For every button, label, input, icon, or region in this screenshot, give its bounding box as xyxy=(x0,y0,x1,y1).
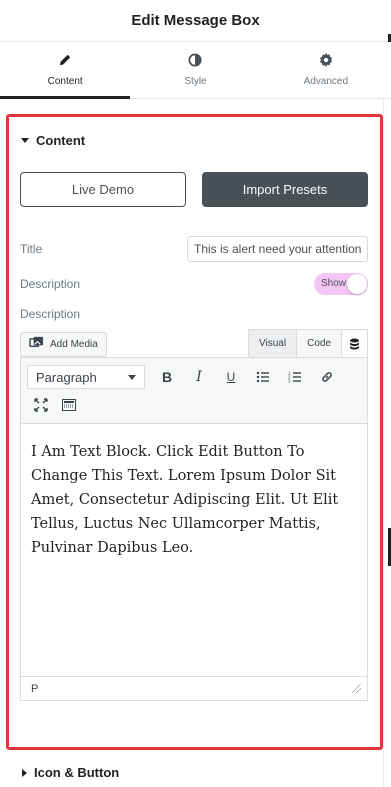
title-label: Title xyxy=(20,242,43,256)
panel-scrollbar[interactable] xyxy=(383,100,391,787)
tab-advanced-label: Advanced xyxy=(303,76,349,87)
panel-header: Edit Message Box xyxy=(0,0,391,42)
bullet-list-icon[interactable] xyxy=(247,363,279,391)
resize-grip-icon[interactable] xyxy=(352,684,361,693)
description-editor-label: Description xyxy=(20,307,81,321)
switch-knob xyxy=(347,274,367,294)
add-media-button[interactable]: Add Media xyxy=(20,332,107,357)
content-section-title: Content xyxy=(36,133,86,148)
database-icon[interactable] xyxy=(342,329,368,357)
format-select[interactable]: Paragraph xyxy=(27,365,145,389)
svg-text:3: 3 xyxy=(288,379,291,384)
visual-tab[interactable]: Visual xyxy=(248,329,298,357)
fullscreen-icon[interactable] xyxy=(27,391,55,419)
caret-down-icon xyxy=(21,138,29,143)
numbered-list-icon[interactable]: 123 xyxy=(279,363,311,391)
toolbar-row-2 xyxy=(27,391,361,419)
tab-style-label: Style xyxy=(184,76,207,87)
toolbar-row-1: Paragraph B I U 123 xyxy=(27,363,361,391)
title-input[interactable] xyxy=(187,236,368,262)
icon-button-section-header[interactable]: Icon & Button xyxy=(22,765,119,780)
preset-buttons: Live Demo Import Presets xyxy=(9,148,380,207)
add-media-label: Add Media xyxy=(50,339,98,350)
toolbar-toggle-icon[interactable] xyxy=(55,391,83,419)
description-editor-control: Description xyxy=(9,307,380,321)
editor-status-bar: P xyxy=(21,676,367,700)
description-toggle-label: Description xyxy=(20,277,81,291)
editor-content[interactable]: I Am Text Block. Click Edit Button To Ch… xyxy=(21,424,367,676)
chevron-down-icon xyxy=(128,374,136,380)
gear-icon xyxy=(319,53,333,70)
tab-content-label: Content xyxy=(47,76,83,87)
half-circle-icon xyxy=(188,53,203,70)
format-select-value: Paragraph xyxy=(36,369,97,385)
title-control: Title xyxy=(9,236,380,262)
content-section: Content Live Demo Import Presets Title D… xyxy=(6,114,383,750)
tab-style[interactable]: Style xyxy=(130,42,260,98)
panel-title: Edit Message Box xyxy=(131,12,260,29)
content-section-header[interactable]: Content xyxy=(9,117,380,148)
element-path[interactable]: P xyxy=(31,683,38,695)
bold-icon[interactable]: B xyxy=(151,363,183,391)
code-tab[interactable]: Code xyxy=(297,329,342,357)
tab-advanced[interactable]: Advanced xyxy=(261,42,391,98)
italic-icon[interactable]: I xyxy=(183,363,215,391)
underline-icon[interactable]: U xyxy=(215,363,247,391)
caret-right-icon xyxy=(22,768,27,777)
tab-content[interactable]: Content xyxy=(0,42,131,99)
description-toggle-control: Description Show xyxy=(9,273,380,295)
panel-tabs: Content Style Advanced xyxy=(0,42,391,99)
icon-button-section-title: Icon & Button xyxy=(34,765,120,780)
switch-state-text: Show xyxy=(321,278,347,289)
description-switch[interactable]: Show xyxy=(314,273,368,295)
live-demo-button[interactable]: Live Demo xyxy=(20,172,186,207)
import-presets-button[interactable]: Import Presets xyxy=(202,172,368,207)
editor-mode-tabs: Visual Code xyxy=(248,329,368,357)
link-icon[interactable] xyxy=(311,363,343,391)
media-icon xyxy=(29,336,44,353)
editor-top-bar: Add Media Visual Code xyxy=(9,321,380,357)
pencil-icon xyxy=(58,53,72,70)
editor-toolbar: Paragraph B I U 123 xyxy=(21,358,367,424)
description-editor: Paragraph B I U 123 I Am Text Block. Cli… xyxy=(20,357,368,701)
